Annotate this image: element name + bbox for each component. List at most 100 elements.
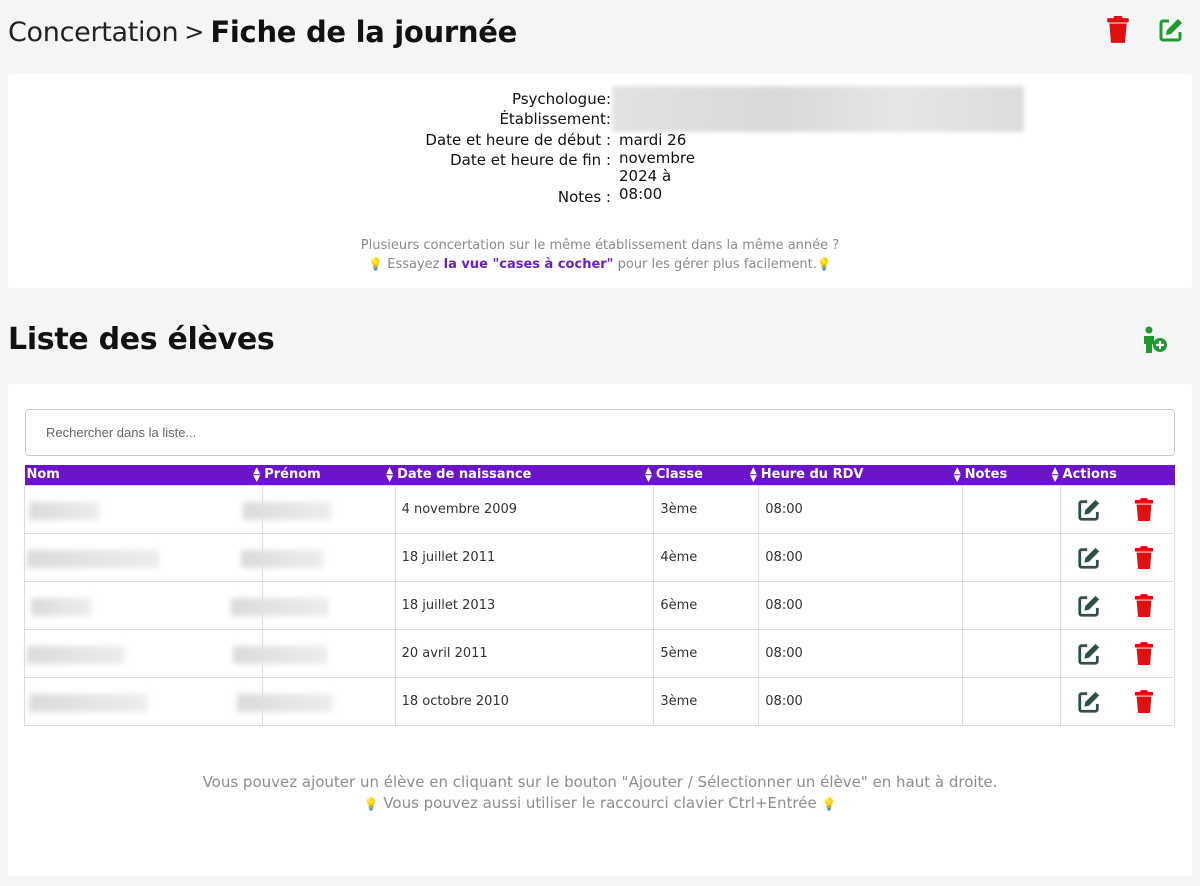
hint-line-2: 💡 Essayez la vue "cases à cocher" pour l…: [8, 257, 1192, 272]
cell-actions: [1060, 532, 1175, 582]
cell-nom-redacted: [24, 628, 263, 678]
table-row: 20 avril 2011 5ème 08:00: [24, 628, 1175, 678]
cell-prenom-redacted: [236, 676, 396, 726]
delete-day-button[interactable]: [1105, 16, 1131, 44]
delete-student-button[interactable]: [1133, 641, 1157, 666]
edit-student-button[interactable]: [1077, 594, 1101, 618]
cell-notes: [962, 532, 1062, 582]
redacted-psychologue-etablissement: [612, 86, 1024, 132]
students-card: Nom▲▼ Prénom▲▼ Date de naissance▲▼ Class…: [8, 384, 1192, 876]
footer-hint-text: Vous pouvez aussi utiliser le raccourci …: [383, 794, 817, 812]
cell-prenom-redacted: [240, 532, 396, 582]
trash-icon: [1134, 497, 1154, 521]
lightbulb-icon: 💡: [368, 257, 384, 271]
delete-student-button[interactable]: [1133, 593, 1157, 618]
lightbulb-icon: 💡: [363, 797, 379, 811]
students-title: Liste des élèves: [8, 322, 275, 357]
edit-student-button[interactable]: [1077, 642, 1101, 666]
etablissement-label: Établissement:: [499, 110, 611, 128]
debut-value: mardi 26 novembre 2024 à 08:00: [619, 131, 695, 203]
edit-student-button[interactable]: [1077, 690, 1101, 714]
cell-notes: [962, 580, 1062, 630]
breadcrumb-parent[interactable]: Concertation: [8, 17, 179, 48]
col-actions: Actions: [1062, 467, 1117, 483]
delete-student-button[interactable]: [1133, 497, 1157, 522]
cell-nom-redacted: [24, 484, 263, 534]
trash-icon: [1134, 689, 1154, 713]
students-table: Nom ▲ ▼ Prénom ▲ ▼ Date de naissance ▲ ▼ Class…: [24, 465, 1175, 726]
table-row: 4 novembre 2009 3ème 08:00: [24, 484, 1175, 534]
edit-icon: [1078, 547, 1100, 569]
trash-icon: [1134, 641, 1154, 665]
cell-notes: [962, 484, 1062, 534]
cell-classe: 5ème: [653, 628, 760, 678]
col-nom[interactable]: Nom ▲ ▼: [25, 465, 263, 485]
sort-icon: ▲ ▼: [253, 466, 261, 484]
sort-icon: ▲ ▼: [953, 466, 961, 484]
table-row: 18 octobre 2010 3ème 08:00: [24, 676, 1175, 726]
edit-student-button[interactable]: [1077, 546, 1101, 570]
cell-actions: [1060, 580, 1175, 630]
col-heure-rdv[interactable]: Heure du RDV ▲ ▼: [759, 465, 963, 485]
cell-notes: [962, 628, 1062, 678]
col-classe[interactable]: Classe ▲ ▼: [654, 465, 759, 485]
debut-label: Date et heure de début :: [425, 131, 611, 149]
col-date-naissance[interactable]: Date de naissance ▲ ▼: [395, 465, 654, 485]
edit-day-button[interactable]: [1158, 16, 1184, 44]
lightbulb-icon: 💡: [821, 797, 837, 811]
table-row: 18 juillet 2013 6ème 08:00: [24, 580, 1175, 630]
sort-icon: ▲ ▼: [386, 466, 394, 484]
table-row: 18 juillet 2011 4ème 08:00: [24, 532, 1175, 582]
breadcrumb-separator: >: [184, 18, 205, 46]
cell-nom-redacted: [24, 676, 263, 726]
delete-student-button[interactable]: [1133, 689, 1157, 714]
delete-student-button[interactable]: [1133, 545, 1157, 570]
cell-prenom-redacted: [232, 628, 396, 678]
cell-classe: 6ème: [653, 580, 760, 630]
col-notes[interactable]: Notes ▲ ▼: [963, 465, 1061, 485]
edit-icon: [1078, 499, 1100, 521]
add-student-button[interactable]: [1140, 326, 1170, 354]
trash-icon: [1134, 593, 1154, 617]
cell-prenom-redacted: [242, 484, 396, 534]
user-plus-icon: [1144, 326, 1167, 353]
cell-classe: 3ème: [653, 676, 760, 726]
footer-hint-line-2: 💡 Vous pouvez aussi utiliser le raccourc…: [8, 794, 1192, 812]
sort-icon: ▲ ▼: [749, 466, 757, 484]
psychologue-label: Psychologue:: [511, 90, 611, 108]
footer-hint-line-1: Vous pouvez ajouter un élève en cliquant…: [202, 773, 998, 791]
sort-icon: ▲ ▼: [644, 466, 652, 484]
col-prenom[interactable]: Prénom ▲ ▼: [262, 465, 395, 485]
edit-icon: [1159, 19, 1182, 42]
fin-label: Date et heure de fin :: [450, 151, 611, 169]
edit-icon: [1078, 691, 1100, 713]
cell-actions: [1060, 628, 1175, 678]
trash-icon: [1107, 16, 1129, 43]
search-input[interactable]: [25, 409, 1175, 456]
cell-heure: 08:00: [758, 484, 964, 534]
cell-heure: 08:00: [758, 532, 964, 582]
cell-actions: [1060, 676, 1175, 726]
cell-classe: 4ème: [653, 532, 760, 582]
table-header: Nom ▲ ▼ Prénom ▲ ▼ Date de naissance ▲ ▼ Class…: [24, 465, 1175, 485]
edit-icon: [1078, 595, 1100, 617]
edit-icon: [1078, 643, 1100, 665]
notes-label: Notes :: [557, 188, 611, 206]
hint-text-before: Essayez: [387, 257, 440, 272]
page-title: Fiche de la journée: [210, 15, 517, 49]
cell-naissance: 18 juillet 2011: [394, 532, 655, 582]
cell-prenom-redacted: [230, 580, 396, 630]
cell-naissance: 20 avril 2011: [394, 628, 655, 678]
day-details-card: Psychologue: Établissement: Date et heur…: [8, 74, 1192, 288]
edit-student-button[interactable]: [1077, 498, 1101, 522]
checkbox-view-link[interactable]: la vue "cases à cocher": [444, 257, 614, 272]
hint-line-1: Plusieurs concertation sur le même établ…: [360, 238, 840, 253]
sort-icon: ▲ ▼: [1051, 466, 1059, 484]
cell-heure: 08:00: [758, 676, 964, 726]
cell-notes: [962, 676, 1062, 726]
cell-naissance: 18 juillet 2013: [394, 580, 655, 630]
breadcrumb: Concertation > Fiche de la journée: [8, 12, 517, 52]
cell-classe: 3ème: [653, 484, 760, 534]
lightbulb-icon: 💡: [816, 257, 832, 271]
cell-nom-redacted: [24, 580, 263, 630]
